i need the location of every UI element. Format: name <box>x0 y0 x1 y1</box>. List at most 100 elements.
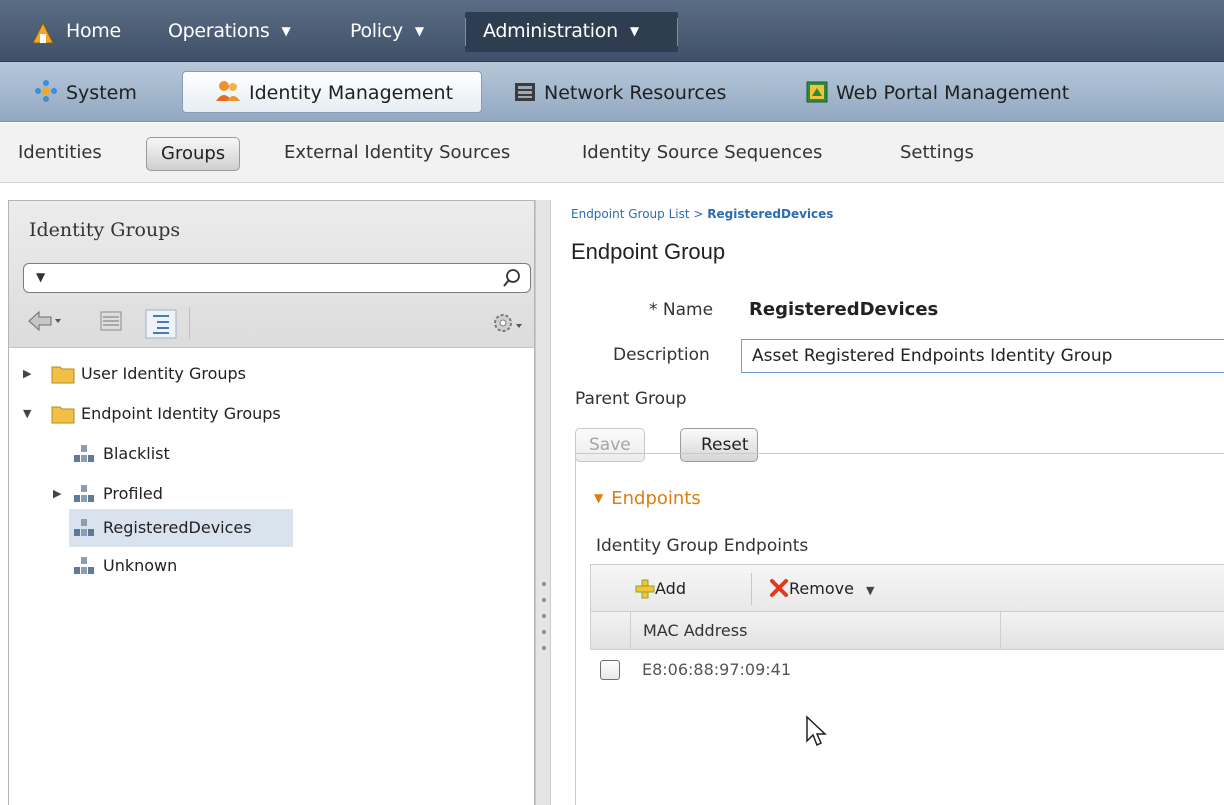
parent-group-label: Parent Group <box>575 389 687 409</box>
toolbar-divider <box>751 573 752 605</box>
chevron-down-icon: ▼ <box>281 24 291 38</box>
top-nav: Home Operations ▼ Policy ▼ Administration ▼ <box>0 0 1224 62</box>
endpoints-section: ▼ Endpoints Identity Group Endpoints Add … <box>575 453 1224 805</box>
endpoint-group-icon <box>74 519 94 536</box>
breadcrumb-current: RegisteredDevices <box>707 207 834 221</box>
endpoint-group-icon <box>74 485 94 502</box>
breadcrumb-parent-link[interactable]: Endpoint Group List <box>571 207 690 221</box>
remove-button[interactable]: Remove ▼ <box>769 565 874 613</box>
endpoint-group-detail: Endpoint Group List > RegisteredDevices … <box>553 183 1224 805</box>
mouse-pointer-icon <box>806 715 827 747</box>
tab-web-portal-management-label: Web Portal Management <box>836 82 1070 104</box>
tab-network-resources[interactable]: Network Resources <box>514 72 726 114</box>
nav-operations-label: Operations <box>168 20 270 42</box>
collapse-arrow-icon: ▼ <box>594 491 604 505</box>
add-icon <box>635 579 655 599</box>
tab-network-resources-label: Network Resources <box>544 82 727 104</box>
admin-sub-nav: System Identity Management Network Resou… <box>0 62 1224 122</box>
description-field[interactable]: Asset Registered Endpoints Identity Grou… <box>741 339 1224 373</box>
splitter-grip <box>542 630 546 634</box>
folder-icon <box>51 366 75 384</box>
network-device-icon <box>515 83 535 101</box>
tree-item-blacklist[interactable]: Blacklist <box>69 437 299 471</box>
name-label: * Name <box>649 300 714 320</box>
gear-icon[interactable] <box>489 309 525 337</box>
table-row[interactable]: E8:06:88:97:09:41 <box>590 650 1224 690</box>
tree-item-label: Endpoint Identity Groups <box>81 404 281 423</box>
subnav-identity-source-sequences[interactable]: Identity Source Sequences <box>582 123 822 183</box>
group-search-input[interactable]: ▼ <box>23 263 531 293</box>
select-column-header <box>591 612 631 649</box>
collapse-arrow-icon[interactable]: ▼ <box>23 397 31 431</box>
expand-arrow-icon[interactable]: ▶ <box>23 357 31 391</box>
endpoint-group-icon <box>74 445 94 462</box>
endpoints-section-label: Endpoints <box>611 488 701 509</box>
identity-groups-header: Identity Groups ▼ <box>9 201 534 348</box>
nav-administration[interactable]: Administration ▼ <box>483 0 639 62</box>
search-icon[interactable] <box>502 268 522 288</box>
tab-identity-management[interactable]: Identity Management <box>182 71 482 113</box>
home-icon[interactable] <box>32 22 54 44</box>
tree-item-label: User Identity Groups <box>81 364 247 383</box>
tree-item-user-identity-groups[interactable]: ▶ User Identity Groups <box>9 357 534 391</box>
users-icon <box>216 81 240 101</box>
tree-item-label: Profiled <box>103 484 163 503</box>
list-view-icon[interactable] <box>99 309 123 333</box>
remove-label: Remove <box>789 579 854 598</box>
nav-separator <box>677 18 678 46</box>
tree-item-unknown[interactable]: Unknown <box>69 549 299 583</box>
subnav-identities[interactable]: Identities <box>18 123 102 183</box>
subnav-groups[interactable]: Groups <box>146 137 241 171</box>
column-header-mac-address[interactable]: MAC Address <box>631 612 1001 649</box>
name-value: RegisteredDevices <box>749 299 939 320</box>
splitter-grip <box>542 582 546 586</box>
endpoints-table-header: MAC Address <box>590 612 1224 650</box>
add-button[interactable]: Add <box>635 565 686 613</box>
subnav-external-identity-sources[interactable]: External Identity Sources <box>284 123 510 183</box>
tree-item-label: Unknown <box>103 556 178 575</box>
system-icon <box>35 80 57 102</box>
splitter-grip <box>542 614 546 618</box>
add-label: Add <box>655 579 686 598</box>
nav-policy-label: Policy <box>350 20 403 42</box>
tab-system[interactable]: System <box>34 72 137 114</box>
row-checkbox[interactable] <box>600 660 620 680</box>
nav-policy[interactable]: Policy ▼ <box>350 0 424 62</box>
tree-view-icon[interactable] <box>145 309 177 339</box>
tree-item-label: Blacklist <box>103 444 170 463</box>
endpoint-group-icon <box>74 557 94 574</box>
search-filter-dropdown-icon[interactable]: ▼ <box>36 270 45 284</box>
endpoints-toolbar: Add Remove ▼ <box>590 564 1224 612</box>
breadcrumb: Endpoint Group List > RegisteredDevices <box>571 207 833 221</box>
tree-toolbar <box>23 303 531 343</box>
identity-groups-panel: Identity Groups ▼ ▶ User Identity Groups… <box>8 200 535 805</box>
splitter-grip <box>542 646 546 650</box>
description-label: Description <box>613 345 710 365</box>
chevron-down-icon: ▼ <box>414 24 424 38</box>
nav-home[interactable]: Home <box>66 0 121 62</box>
chevron-down-icon: ▼ <box>629 24 639 38</box>
tab-web-portal-management[interactable]: Web Portal Management <box>806 72 1069 114</box>
nav-operations[interactable]: Operations ▼ <box>168 0 291 62</box>
panel-splitter[interactable] <box>535 200 551 805</box>
nav-separator <box>465 18 466 46</box>
nav-administration-label: Administration <box>483 20 618 42</box>
mac-address-cell: E8:06:88:97:09:41 <box>642 660 792 679</box>
tab-identity-management-label: Identity Management <box>249 82 454 104</box>
back-arrow-icon[interactable] <box>27 309 63 333</box>
identity-management-sub-nav: Identities Groups External Identity Sour… <box>0 123 1224 183</box>
tab-system-label: System <box>66 82 137 104</box>
web-portal-icon <box>806 81 828 103</box>
tree-item-registereddevices[interactable]: RegisteredDevices <box>69 509 293 547</box>
subnav-settings[interactable]: Settings <box>900 123 974 183</box>
splitter-grip <box>542 598 546 602</box>
breadcrumb-separator: > <box>689 207 708 221</box>
toolbar-divider <box>189 307 190 339</box>
endpoints-subtitle: Identity Group Endpoints <box>596 536 809 556</box>
page-title: Endpoint Group <box>571 239 726 264</box>
panel-title: Identity Groups <box>29 219 181 241</box>
endpoints-section-toggle[interactable]: ▼ Endpoints <box>594 488 701 509</box>
tree-item-endpoint-identity-groups[interactable]: ▼ Endpoint Identity Groups <box>9 397 534 431</box>
tree-item-profiled[interactable]: ▶ Profiled <box>9 477 309 511</box>
expand-arrow-icon[interactable]: ▶ <box>53 477 61 511</box>
